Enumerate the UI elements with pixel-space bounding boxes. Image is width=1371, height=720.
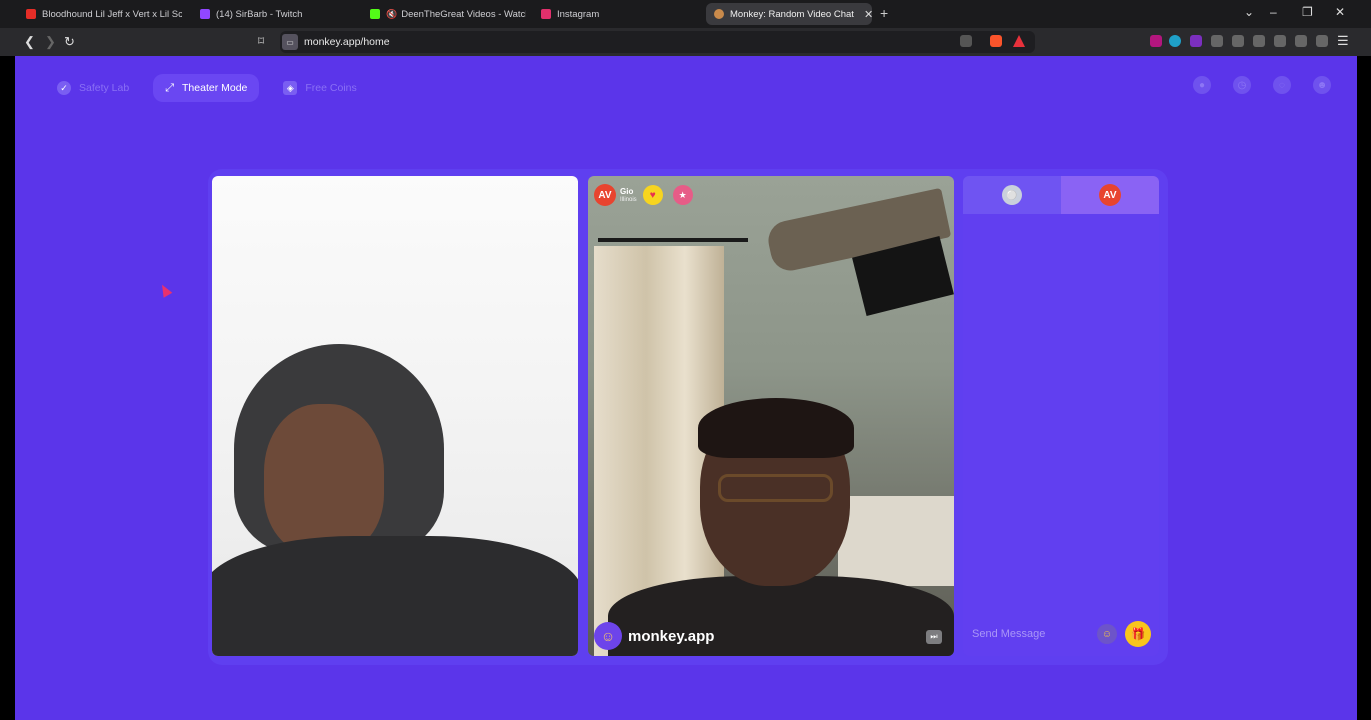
mouse-cursor-icon: [157, 282, 173, 298]
music-icon[interactable]: [1232, 35, 1244, 47]
nav-label: Free Coins: [305, 82, 357, 94]
muted-icon[interactable]: 🔇: [386, 9, 397, 20]
monkey-favicon-icon: [714, 9, 724, 19]
close-tab-icon[interactable]: ✕: [864, 8, 872, 21]
new-tab-button[interactable]: +: [880, 5, 888, 21]
self-avatar: ⚪: [1002, 185, 1022, 205]
tab-title: Bloodhound Lil Jeff x Vert x Lil Scoom: [42, 8, 182, 20]
url-text: monkey.app/home: [304, 36, 390, 48]
partner-name: Gio: [620, 186, 634, 196]
nav-free-coins[interactable]: ◈ Free Coins: [271, 74, 368, 102]
address-bar[interactable]: ▭ monkey.app/home: [280, 31, 1035, 53]
back-button[interactable]: ❮: [24, 34, 35, 50]
tab-title: Instagram: [557, 8, 600, 20]
forward-button[interactable]: ❯: [45, 34, 56, 50]
instagram-icon: [541, 9, 551, 19]
tab-twitch[interactable]: (14) SirBarb - Twitch: [192, 3, 356, 25]
minimize-button[interactable]: –: [1270, 5, 1277, 19]
emoji-button[interactable]: ☺: [1097, 624, 1117, 644]
partner-avatar[interactable]: AV: [594, 184, 616, 206]
coin-icon: ◈: [283, 81, 298, 95]
partner-avatar: AV: [1099, 184, 1121, 206]
close-window-button[interactable]: ✕: [1335, 5, 1345, 19]
brave-shields-icon[interactable]: [990, 35, 1002, 47]
skip-icon[interactable]: ⏭: [926, 630, 942, 644]
tab-kick[interactable]: 🔇 DeenTheGreat Videos - Watch O: [362, 3, 526, 25]
heart-icon[interactable]: ♥: [642, 185, 663, 205]
top-nav: ✓ Safety Lab ⤢ Theater Mode ◈ Free Coins: [45, 74, 369, 102]
messages-icon[interactable]: ◌: [1273, 76, 1291, 94]
monkey-logo-icon: ☺: [594, 622, 622, 650]
shield-icon: ✓: [57, 81, 71, 95]
extension-icon[interactable]: [1150, 35, 1162, 47]
expand-icon: ⤢: [165, 81, 175, 94]
tab-instagram[interactable]: Instagram: [533, 3, 697, 25]
gift-button[interactable]: 🎁: [1125, 621, 1151, 647]
browser-toolbar: ❮ ❯ ↻ ⌑ ▭ monkey.app/home ☰: [0, 28, 1371, 56]
tab-monkey[interactable]: Monkey: Random Video Chat ✕: [706, 3, 872, 25]
cast-icon[interactable]: [960, 35, 972, 47]
profile-icon[interactable]: ●: [1193, 76, 1211, 94]
leo-icon[interactable]: [1295, 35, 1307, 47]
tab-title: Monkey: Random Video Chat: [730, 8, 854, 20]
nav-safety-lab[interactable]: ✓ Safety Lab: [45, 74, 141, 102]
partner-name-block: Gio Illinois: [620, 186, 637, 203]
chat-tab-self[interactable]: ⚪: [963, 176, 1061, 214]
tab-title: DeenTheGreat Videos - Watch O: [401, 8, 526, 20]
nav-label: Theater Mode: [182, 82, 248, 94]
chat-tab-partner[interactable]: AV: [1061, 176, 1159, 214]
partner-video-scene: [598, 238, 748, 242]
tab-strip: Bloodhound Lil Jeff x Vert x Lil Scoom (…: [0, 0, 1371, 28]
extension-icon[interactable]: [1169, 35, 1181, 47]
self-video-subject: [264, 404, 384, 554]
partner-video: AV Gio Illinois ♥ ★ ☺ monkey.app ⏭: [588, 176, 954, 656]
partner-video-scene: [838, 496, 954, 586]
partner-location: Illinois: [620, 196, 637, 203]
tab-title: (14) SirBarb - Twitch: [216, 8, 303, 20]
chat-header: ⚪ AV: [963, 176, 1159, 214]
maximize-button[interactable]: ❐: [1302, 5, 1313, 19]
history-icon[interactable]: ◷: [1233, 76, 1251, 94]
youtube-icon: [26, 9, 36, 19]
partner-info[interactable]: AV Gio Illinois ♥ ★: [594, 182, 693, 208]
self-video: [212, 176, 578, 656]
watermark-text: monkey.app: [628, 627, 715, 645]
extensions-puzzle-icon[interactable]: [1211, 35, 1223, 47]
nav-label: Safety Lab: [79, 82, 130, 94]
message-placeholder: Send Message: [972, 628, 1046, 640]
bookmark-icon[interactable]: ⌑: [258, 34, 264, 48]
monkey-page: ✓ Safety Lab ⤢ Theater Mode ◈ Free Coins…: [15, 56, 1357, 720]
reload-button[interactable]: ↻: [64, 34, 75, 50]
self-video-subject: [212, 536, 578, 656]
site-info-icon[interactable]: ▭: [282, 34, 298, 50]
wallet-icon[interactable]: [1274, 35, 1286, 47]
chat-panel: ⚪ AV Send Message ☺ 🎁: [963, 176, 1159, 656]
tab-youtube[interactable]: Bloodhound Lil Jeff x Vert x Lil Scoom: [18, 3, 182, 25]
twitch-icon: [200, 9, 210, 19]
avatar-icon[interactable]: ☻: [1313, 76, 1331, 94]
tab-search-icon[interactable]: ⌄: [1244, 5, 1254, 19]
partner-video-subject: [698, 398, 854, 458]
nav-theater-mode[interactable]: ⤢ Theater Mode: [153, 74, 260, 102]
menu-icon[interactable]: ☰: [1337, 33, 1349, 49]
sidebar-icon[interactable]: [1253, 35, 1265, 47]
hero-badge-icon[interactable]: ★: [672, 185, 693, 205]
partner-video-subject: [718, 474, 833, 502]
extension-icon[interactable]: [1190, 35, 1202, 47]
browser-window: Bloodhound Lil Jeff x Vert x Lil Scoom (…: [0, 0, 1371, 720]
watermark: ☺ monkey.app: [594, 622, 714, 650]
message-input[interactable]: Send Message ☺ 🎁: [963, 612, 1159, 656]
kick-icon: [370, 9, 380, 19]
header-actions: ● ◷ ◌ ☻: [1193, 76, 1331, 94]
vpn-icon[interactable]: [1316, 35, 1328, 47]
